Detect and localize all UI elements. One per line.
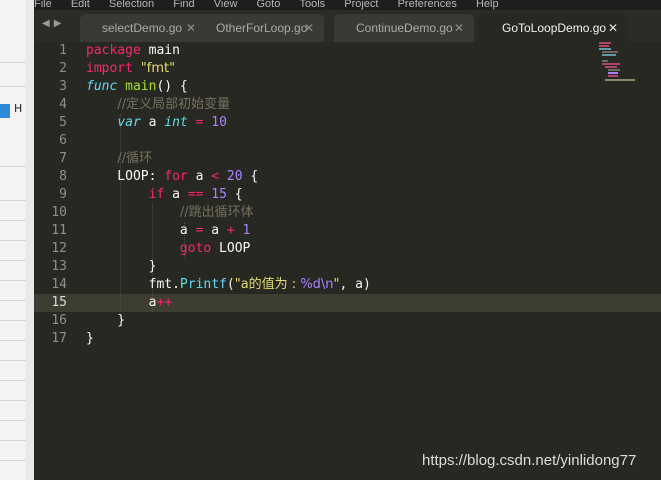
code-line: fmt.Printf("a的值为 : %d\n", a) — [86, 277, 371, 292]
code-line: if a == 15 { — [148, 187, 243, 202]
code-area[interactable]: package main import "fmt" func main() { … — [86, 42, 371, 348]
menu-preferences[interactable]: Preferences — [398, 0, 457, 10]
tab-continuedemo[interactable]: ContinueDemo.go ✕ — [334, 14, 474, 42]
close-icon[interactable]: ✕ — [304, 14, 314, 42]
code-line: //定义局部初始变量 — [117, 97, 231, 112]
menu-project[interactable]: Project — [344, 0, 378, 10]
line-number-gutter: 1 2 3 4 5 6 7 8 9 10 11 12 13 14 15 16 1… — [34, 42, 74, 348]
line-number-current: 15 — [51, 295, 67, 310]
tab-otherforloop[interactable]: OtherForLoop.go ✕ — [194, 14, 324, 42]
tab-gotoloopdemo[interactable]: GoToLoopDemo.go ✕ — [478, 14, 628, 42]
window-label: H — [14, 102, 23, 115]
line-number: 13 — [51, 259, 67, 274]
line-number: 17 — [51, 331, 67, 346]
line-number: 11 — [51, 223, 67, 238]
line-number: 7 — [59, 151, 67, 166]
line-number: 10 — [51, 205, 67, 220]
menu-file[interactable]: File — [34, 0, 52, 10]
code-line: //跳出循环体 — [179, 205, 254, 220]
tab-label: OtherForLoop.go — [216, 21, 308, 35]
code-editor[interactable]: 1 2 3 4 5 6 7 8 9 10 11 12 13 14 15 16 1… — [34, 42, 661, 480]
line-number: 16 — [51, 313, 67, 328]
code-line: package main — [86, 43, 180, 58]
tab-nav-arrows-icon[interactable]: ◀▶ — [42, 18, 65, 29]
line-number: 2 — [59, 61, 67, 76]
menu-goto[interactable]: Goto — [257, 0, 281, 10]
code-line: //循环 — [117, 151, 153, 166]
minimap[interactable] — [597, 42, 641, 82]
watermark: https://blog.csdn.net/yinlidong77 — [422, 452, 637, 469]
menu-selection[interactable]: Selection — [109, 0, 154, 10]
tab-selectdemo[interactable]: selectDemo.go ✕ — [80, 14, 206, 42]
code-line: } — [86, 259, 157, 274]
tab-label: ContinueDemo.go — [356, 21, 453, 35]
code-line: goto LOOP — [179, 241, 251, 256]
line-number: 9 — [59, 187, 67, 202]
line-number: 12 — [51, 241, 67, 256]
code-line: a = a + 1 — [86, 223, 251, 238]
menu-tools[interactable]: Tools — [299, 0, 325, 10]
code-line: var a int = 10 — [117, 115, 227, 130]
line-number: 5 — [59, 115, 67, 130]
tab-bar: ◀▶ selectDemo.go ✕ OtherForLoop.go ✕ Con… — [34, 10, 661, 42]
line-number: 4 — [59, 97, 67, 112]
line-number: 8 — [59, 169, 67, 184]
tab-label: selectDemo.go — [102, 21, 183, 35]
code-line: func main() { — [86, 79, 188, 94]
background-window: H — [0, 0, 35, 480]
code-line: } — [86, 313, 126, 328]
menu-edit[interactable]: Edit — [71, 0, 90, 10]
code-line: a++ — [86, 295, 173, 310]
close-icon[interactable]: ✕ — [608, 14, 618, 42]
code-line: } — [86, 331, 94, 346]
menu-bar: File Edit Selection Find View Goto Tools… — [34, 0, 661, 10]
menu-find[interactable]: Find — [173, 0, 194, 10]
tab-label: GoToLoopDemo.go — [502, 21, 607, 35]
line-number: 3 — [59, 79, 67, 94]
line-number: 14 — [51, 277, 67, 292]
close-icon[interactable]: ✕ — [454, 14, 464, 42]
code-line: import "fmt" — [86, 61, 176, 76]
code-line: LOOP: for a < 20 { — [86, 169, 259, 184]
line-number: 6 — [59, 133, 67, 148]
line-number: 1 — [59, 43, 67, 58]
window-badge — [0, 104, 10, 118]
menu-help[interactable]: Help — [476, 0, 499, 10]
menu-view[interactable]: View — [214, 0, 238, 10]
